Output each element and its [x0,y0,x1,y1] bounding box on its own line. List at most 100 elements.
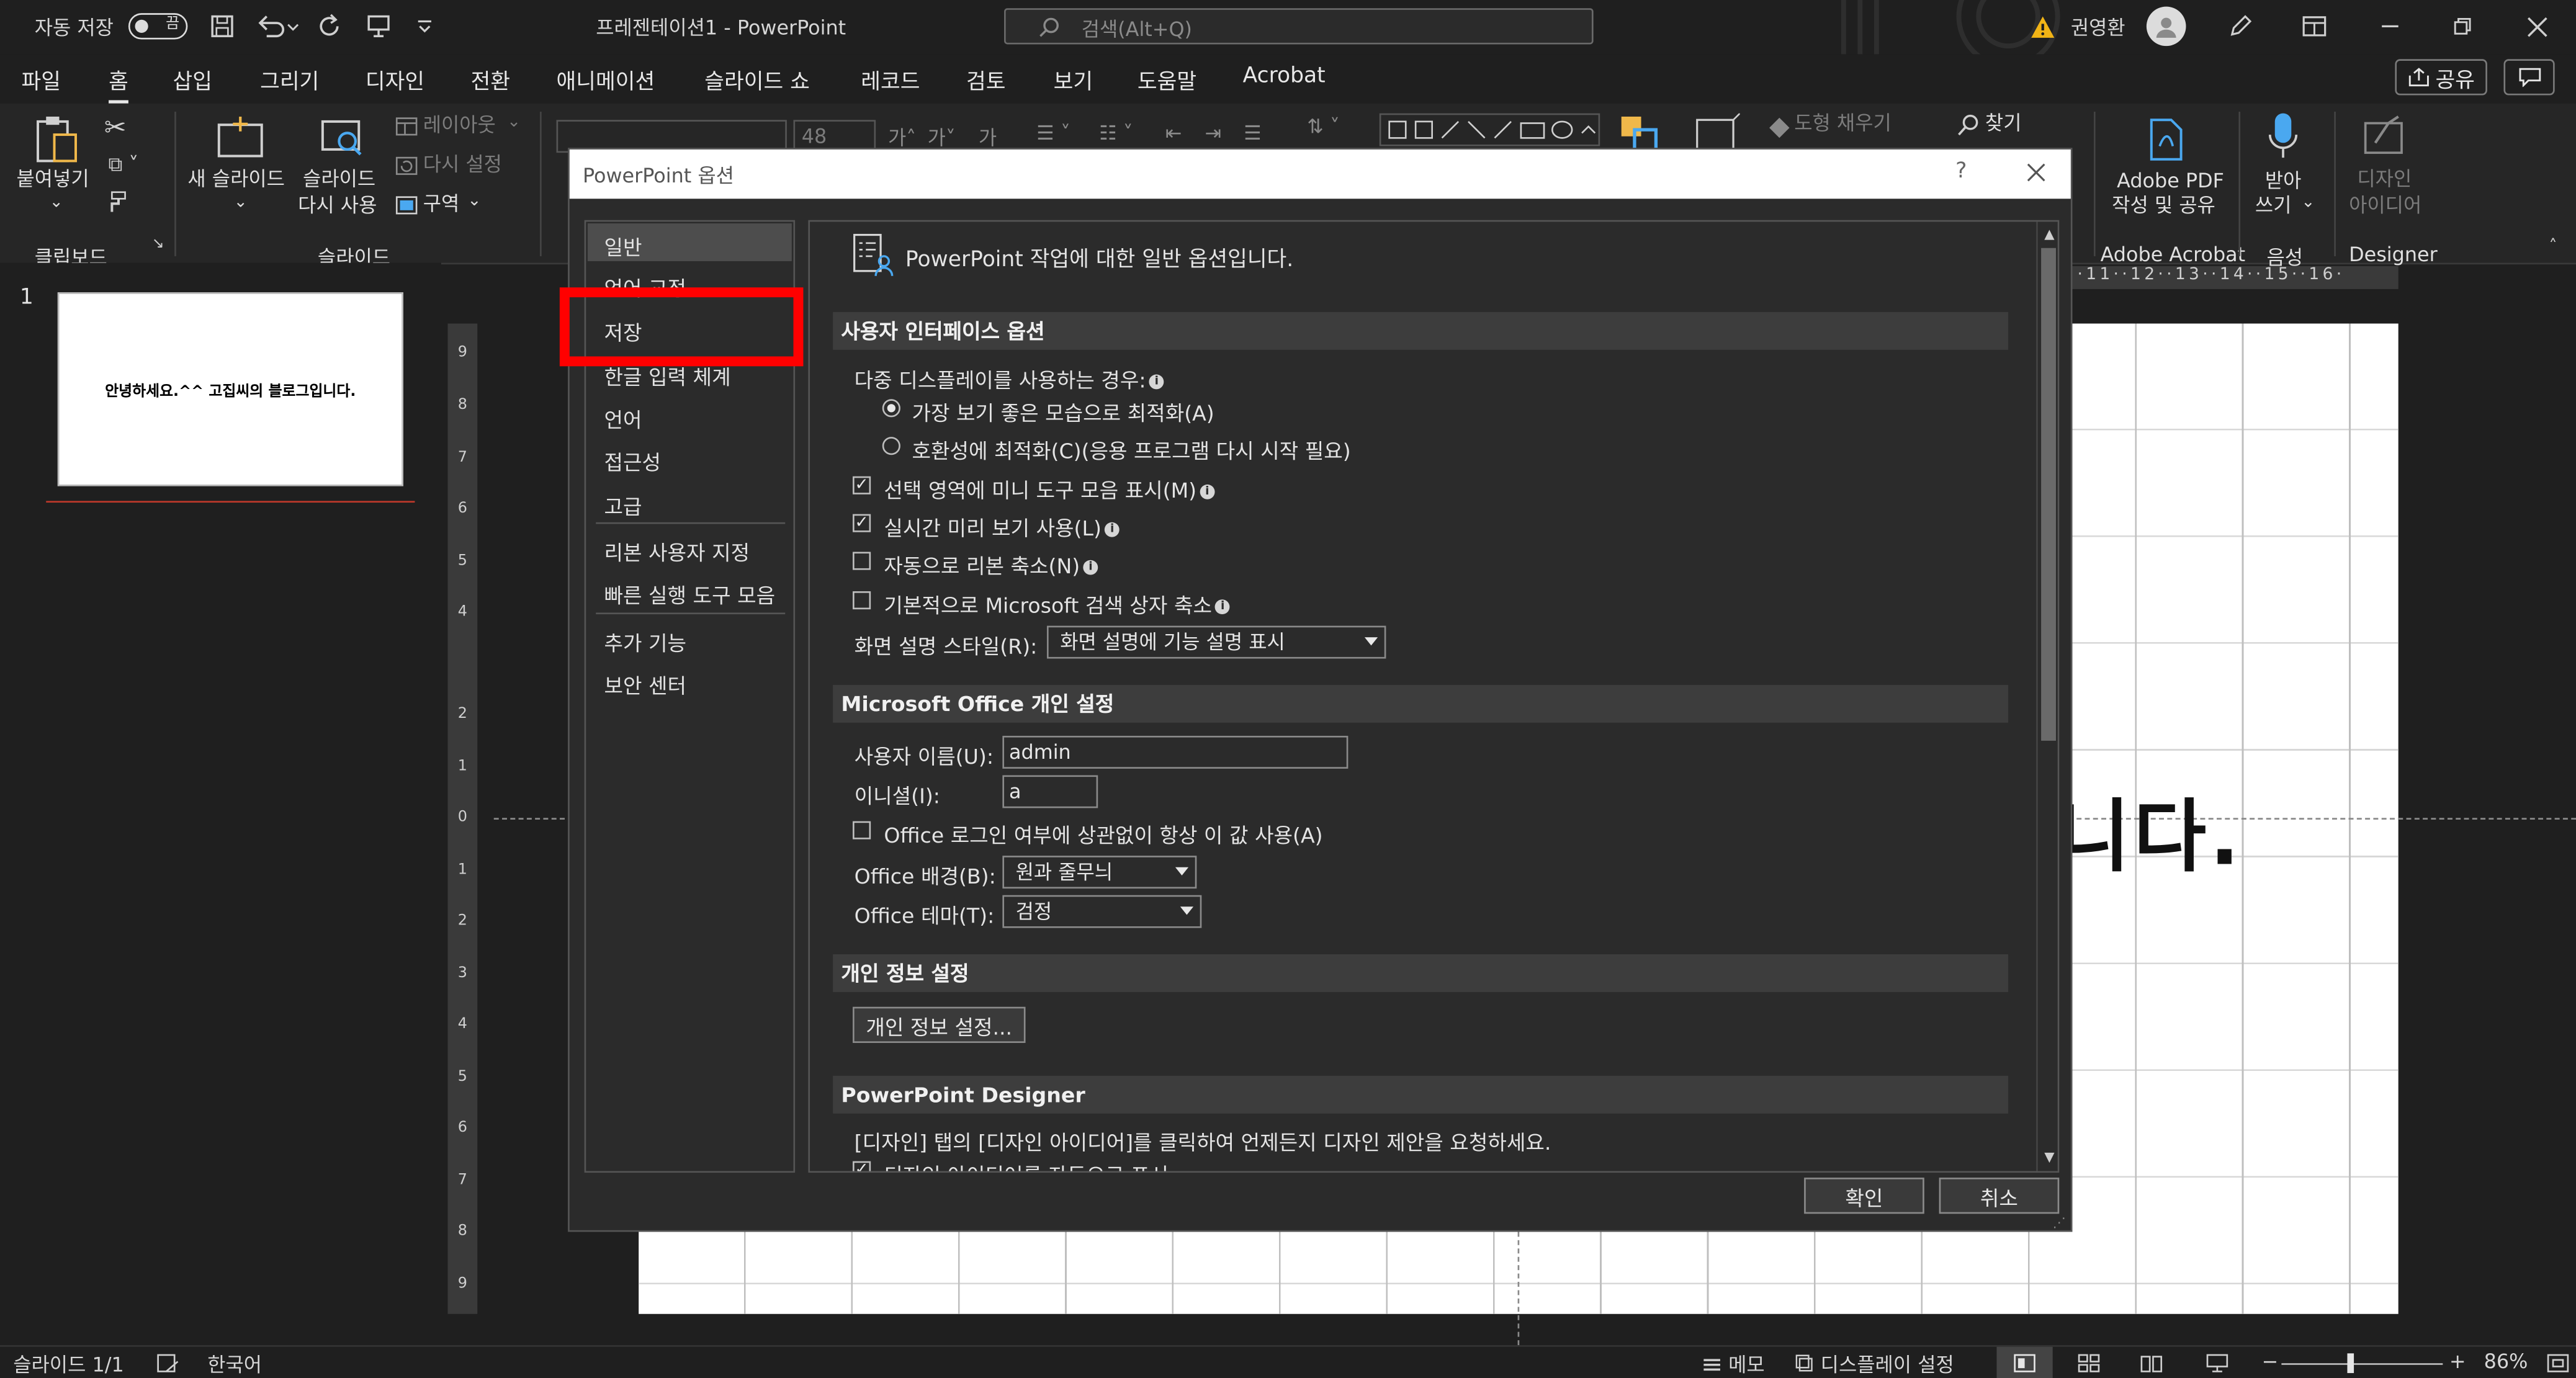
zoom-level[interactable]: 86% [2484,1350,2528,1373]
tab-acrobat[interactable]: Acrobat [1243,64,1326,89]
redo-icon[interactable] [316,12,346,42]
paste-label[interactable]: 붙여넣기 [17,168,89,192]
increase-indent-icon[interactable]: ⇥ [1198,119,1228,148]
slide-title-text[interactable]: 니다. [2058,772,2243,887]
normal-view-button[interactable] [1996,1346,2053,1378]
collapse-ribbon-checkbox[interactable] [852,552,871,570]
slideshow-start-icon[interactable] [364,12,393,42]
section-label[interactable]: 구역 [423,192,460,217]
privacy-settings-button[interactable]: 개인 정보 설정... [852,1006,1026,1043]
font-shrink-icon[interactable]: 가˅ [923,122,959,151]
copy-icon[interactable]: ⧉ ˅ [102,151,145,177]
mini-toolbar-checkbox[interactable]: ✓ [852,476,871,494]
reading-view-icon[interactable] [2138,1352,2165,1375]
adobe-pdf-label-2[interactable]: 작성 및 공유 [2112,194,2215,218]
scroll-down-icon[interactable]: ▼ [2041,1148,2058,1164]
reuse-slides-label-2[interactable]: 다시 사용 [298,194,377,218]
dictate-dropdown-icon[interactable]: ⌄ [2301,190,2315,215]
designer-auto-checkbox[interactable]: ✓ [852,1161,871,1171]
bullets-icon[interactable]: ☰ ˅ [1030,119,1076,148]
autosave-toggle[interactable]: 끔 [128,13,188,40]
zoom-slider[interactable] [2281,1363,2443,1365]
initials-input[interactable]: a [1002,775,1098,808]
dictate-label-2[interactable]: 쓰기 [2255,194,2292,218]
find-icon[interactable] [1954,112,1984,138]
customize-qat-icon[interactable] [413,12,436,42]
mini-toolbar-label[interactable]: 선택 영역에 미니 도구 모음 표시(M) i [884,473,1215,504]
live-preview-checkbox[interactable]: ✓ [852,514,871,532]
fit-to-window-icon[interactable] [2545,1352,2571,1375]
nav-advanced[interactable]: 고급 [604,490,642,521]
shape-fill-label[interactable]: 도형 채우기 [1794,112,1892,136]
search-box[interactable]: 검색(Alt+Q) [1004,8,1594,45]
tab-insert[interactable]: 삽입 [173,64,212,96]
tab-animations[interactable]: 애니메이션 [557,64,655,96]
layout-label[interactable]: 레이아웃 [423,114,496,138]
help-button[interactable]: ? [1955,159,1967,184]
collapse-ribbon-label[interactable]: 자동으로 리본 축소(N) i [884,548,1098,579]
ribbon-display-icon[interactable] [2300,12,2330,42]
tab-review[interactable]: 검토 [966,64,1005,96]
save-icon[interactable] [207,12,237,42]
nav-customize-ribbon[interactable]: 리본 사용자 지정 [604,535,750,566]
ok-button[interactable]: 확인 [1804,1178,1924,1214]
new-slide-label[interactable]: 새 슬라이드 [187,168,285,192]
language-status[interactable]: 한국어 [207,1350,262,1378]
accessibility-check-icon[interactable] [155,1352,181,1375]
nav-quick-access-toolbar[interactable]: 빠른 실행 도구 모음 [604,578,775,609]
nav-trust-center[interactable]: 보안 센터 [604,668,686,699]
vertical-guide[interactable] [1517,1232,1521,1346]
tab-transitions[interactable]: 전환 [471,64,510,96]
text-direction-icon[interactable]: ⇅ ˅ [1300,112,1346,141]
slideshow-view-icon[interactable] [2204,1352,2230,1375]
comments-button[interactable] [2503,59,2555,96]
dictate-label-1[interactable]: 받아 [2265,169,2302,194]
theme-select[interactable]: 검정 [1002,895,1202,928]
format-painter-icon[interactable] [102,189,128,215]
layout-dropdown-icon[interactable]: ⌄ [507,110,521,135]
zoom-out-button[interactable]: − [2262,1350,2279,1373]
zoom-in-button[interactable]: + [2449,1350,2466,1373]
paste-dropdown-icon[interactable]: ⌄ [50,190,63,215]
tab-record[interactable]: 레코드 [861,64,920,96]
optimize-best-label[interactable]: 가장 보기 좋은 모습으로 최적화(A) [912,396,1214,427]
optimize-compat-label[interactable]: 호환성에 최적화(C)(응용 프로그램 다시 시작 필요) [912,434,1350,465]
section-dropdown-icon[interactable]: ⌄ [467,189,481,213]
reuse-slides-icon[interactable] [318,115,367,161]
nav-general[interactable]: 일반 [604,230,642,261]
tab-help[interactable]: 도움말 [1138,64,1196,96]
share-button[interactable]: 공유 [2395,59,2487,96]
designer-label-2[interactable]: 아이디어 [2349,194,2421,218]
optimize-best-radio[interactable] [882,399,900,418]
user-name[interactable]: 권영환 [2071,13,2125,41]
clear-format-icon[interactable]: 가 [971,122,1004,151]
username-input[interactable]: admin [1002,735,1349,769]
slide-sorter-icon[interactable] [2076,1352,2102,1375]
font-grow-icon[interactable]: 가˄ [884,122,920,151]
nav-addins[interactable]: 추가 기능 [604,626,686,657]
notes-icon[interactable]: ≡ [1699,1348,1725,1378]
tab-home[interactable]: 홈 [109,64,128,104]
find-label[interactable]: 찾기 [1985,112,2022,136]
section-icon[interactable] [393,194,420,217]
tab-slideshow[interactable]: 슬라이드 쇼 [704,64,810,96]
pen-icon[interactable] [2225,12,2255,42]
warning-icon[interactable] [2028,12,2058,42]
tab-view[interactable]: 보기 [1054,64,1093,96]
dialog-close-icon[interactable] [2025,161,2048,184]
notes-button[interactable]: 메모 [1728,1350,1765,1378]
always-use-checkbox[interactable] [852,821,871,839]
dialog-launcher-icon[interactable]: ↘ [150,236,166,253]
cut-icon[interactable]: ✂ [102,111,128,142]
line-spacing-icon[interactable]: ☰ [1238,119,1268,148]
resize-grip-icon[interactable]: ⋰ [2051,1214,2068,1230]
always-use-label[interactable]: Office 로그인 여부에 상관없이 항상 이 값 사용(A) [884,818,1322,849]
adobe-pdf-icon[interactable] [2143,115,2189,164]
restore-icon[interactable] [2448,12,2477,42]
undo-icon[interactable] [253,12,303,42]
dialog-title-bar[interactable]: PowerPoint 옵션 ? [569,149,2071,199]
minimize-icon[interactable] [2376,12,2405,42]
adobe-pdf-label-1[interactable]: Adobe PDF [2117,169,2224,194]
tab-file[interactable]: 파일 [21,64,60,96]
background-select[interactable]: 원과 줄무늬 [1002,856,1197,889]
